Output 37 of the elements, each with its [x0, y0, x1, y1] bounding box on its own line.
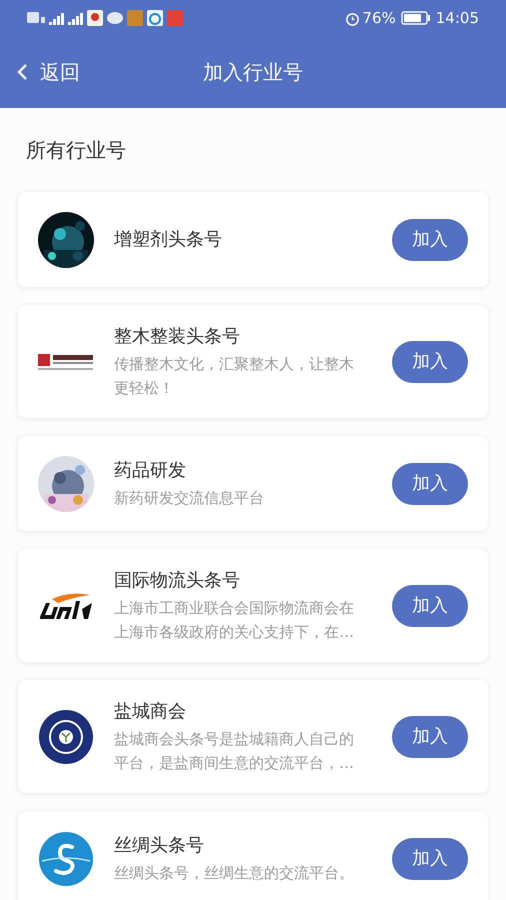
- account-name: 增塑剂头条号: [114, 228, 223, 252]
- signal-icon: [49, 12, 64, 24]
- app-icon: [127, 10, 143, 26]
- join-button[interactable]: 加入: [392, 716, 468, 758]
- logo-icon: [38, 352, 94, 372]
- account-description: 丝绸头条号，丝绸生意的交流平台。: [114, 863, 355, 884]
- clock-time: 14:05: [436, 8, 479, 29]
- account-description: 上海市工商业联合会国际物流商会在上海市各级政府的关心支持下，在…: [114, 598, 355, 643]
- join-button[interactable]: 加入: [392, 584, 468, 626]
- account-name: 盐城商会: [114, 700, 187, 724]
- alarm-icon: [345, 10, 360, 26]
- logo-icon: [38, 590, 94, 620]
- emblem-icon: [38, 708, 94, 764]
- account-name: 整木整装头条号: [114, 325, 241, 349]
- back-button[interactable]: 返回: [16, 57, 80, 87]
- join-button[interactable]: 加入: [392, 218, 468, 260]
- chat-icon: [107, 12, 123, 24]
- app-icon: [167, 10, 183, 26]
- section-title: 所有行业号: [26, 137, 126, 164]
- app-icon: [87, 10, 103, 26]
- hd-icon: [27, 12, 45, 24]
- battery-icon: [400, 11, 431, 25]
- app-icon: [147, 10, 163, 26]
- battery-percent: 76%: [362, 8, 396, 29]
- account-name: 丝绸头条号: [114, 834, 205, 858]
- join-button[interactable]: 加入: [392, 462, 468, 504]
- page-title: 加入行业号: [203, 59, 303, 86]
- signal-icon: [68, 12, 83, 24]
- account-description: 盐城商会头条号是盐城籍商人自己的平台，是盐商间生意的交流平台，…: [114, 729, 355, 774]
- account-name: 药品研发: [114, 459, 187, 483]
- join-button[interactable]: 加入: [392, 838, 468, 880]
- swirl-logo-icon: [38, 830, 94, 886]
- account-description: 传播整木文化，汇聚整木人，让整木更轻松！: [114, 354, 355, 399]
- chevron-left-icon: [16, 63, 28, 81]
- join-button[interactable]: 加入: [392, 340, 468, 382]
- account-name: 国际物流头条号: [114, 569, 241, 593]
- account-description: 新药研发交流信息平台: [114, 488, 265, 509]
